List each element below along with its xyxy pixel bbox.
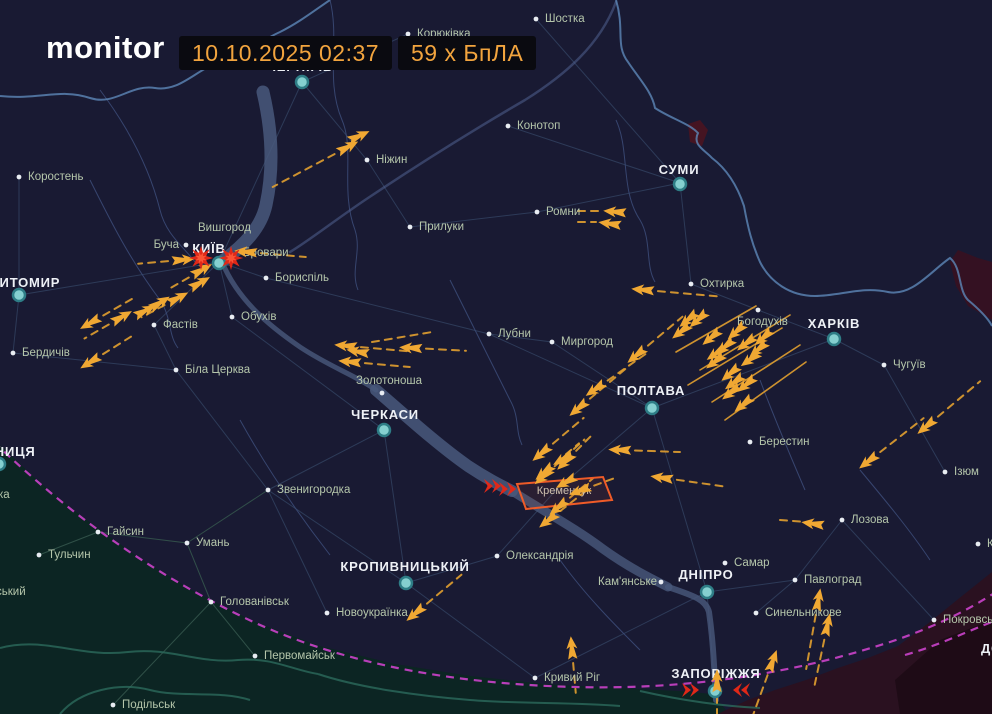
town-dot [96,530,101,535]
town-label: Кам'янське [598,576,657,588]
town-dot [406,32,411,37]
capital-city-dot [378,424,390,436]
capital-city-dot [646,402,658,414]
town-dot [748,440,753,445]
town-dot [37,553,42,558]
town-dot [943,470,948,475]
town-label: Бердичів [22,347,70,359]
town-label: Новоукраїнка [336,607,408,619]
town-label: Ізюм [954,466,979,478]
capital-city-dot [828,333,840,345]
capital-city-label: ВІННИЦЯ [0,444,36,459]
capital-city-label: ДОНЕЦЬК [981,641,992,656]
town-label: Вишгород [198,222,251,234]
town-label: Ніжин [376,154,407,166]
town-label: Біла Церква [185,364,251,376]
town-dot [152,323,157,328]
capital-city-label: ЧЕРНІГІВ [267,59,333,74]
town-label: Самар [734,557,770,569]
town-dot [325,611,330,616]
town-dot [365,158,370,163]
town-label: Краматорськ [987,538,992,550]
town-label: Фастів [163,319,198,331]
capital-city-label: ЧЕРКАСИ [351,407,419,422]
capital-city-label: ДНІПРО [678,567,733,582]
town-dot [840,518,845,523]
drone-monitor-map[interactable]: Кременчук ШосткаКорюківкаКонотопНіжинПри… [0,0,992,714]
town-label: Корюківка [417,28,471,40]
town-dot [185,541,190,546]
town-dot [230,315,235,320]
capital-city-dot [296,76,308,88]
capital-city-dot [674,178,686,190]
town-label-fragment: ський [0,586,26,598]
town-label: Звенигородка [277,484,351,496]
town-dot [723,561,728,566]
town-dot [408,225,413,230]
monitor-app: Кременчук ШосткаКорюківкаКонотопНіжинПри… [0,0,992,714]
town-label: Шостка [545,13,585,25]
town-dot [174,368,179,373]
capital-city-label: ЖИТОМИР [0,275,60,290]
town-label: Лубни [498,328,531,340]
town-label: Коростень [28,171,84,183]
town-label: Гайсин [107,526,144,538]
town-label: Кривий Ріг [544,672,600,684]
town-dot [266,488,271,493]
town-dot [793,578,798,583]
capital-city-dot [13,289,25,301]
town-dot [534,17,539,22]
town-label: Обухів [241,311,276,323]
town-dot [17,175,22,180]
town-dot [264,276,269,281]
town-dot [550,340,555,345]
town-dot [932,618,937,623]
town-label: Бориспіль [275,272,329,284]
capital-city-label: КРОПИВНИЦЬКИЙ [340,559,469,574]
town-dot [506,124,511,129]
town-dot [976,542,981,547]
town-label: Покровськ [943,614,992,626]
town-label: Миргород [561,336,613,348]
town-label: Голованівськ [220,596,290,608]
town-dot [756,308,761,313]
town-label: Павлоград [804,574,862,586]
town-dot [380,391,385,396]
town-label-fragment: ка [0,489,10,501]
town-label: Чугуїв [893,359,926,371]
town-label: Буча [154,239,180,251]
town-dot [11,351,16,356]
town-dot [487,332,492,337]
town-label: Богодухів [737,316,788,328]
town-dot [659,580,664,585]
town-dot [882,363,887,368]
town-label: Золотоноша [356,375,423,387]
town-dot [253,654,258,659]
town-label: Подільськ [122,699,176,711]
town-label: Олександрія [506,550,573,562]
town-label: Берестин [759,436,810,448]
town-label: Лозова [851,514,889,526]
town-label: Первомайськ [264,650,336,662]
capital-city-dot [701,586,713,598]
town-label: Прилуки [419,221,464,233]
town-dot [209,600,214,605]
capital-city-label: ПОЛТАВА [617,383,686,398]
town-dot [184,243,189,248]
town-dot [495,554,500,559]
town-dot [533,676,538,681]
town-label: Охтирка [700,278,745,290]
capital-city-label: ХАРКІВ [808,316,860,331]
capital-city-dot [0,458,5,470]
town-dot [754,611,759,616]
town-dot [689,282,694,287]
town-label: Тульчин [48,549,91,561]
capital-city-label: СУМИ [659,162,700,177]
capital-city-dot [400,577,412,589]
town-dot [535,210,540,215]
town-label: Умань [196,537,229,549]
town-dot [111,703,116,708]
town-label: Конотоп [517,120,560,132]
town-label: Ромни [546,206,580,218]
